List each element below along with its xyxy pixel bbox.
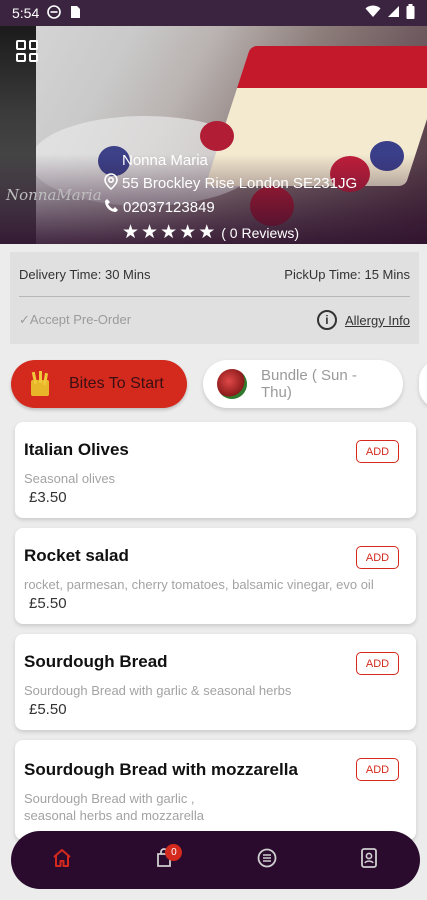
- signal-icon: [387, 5, 400, 21]
- menu-item-description: Seasonal olives: [24, 471, 116, 486]
- address-row: 55 Brockley Rise London SE231JG: [104, 173, 357, 194]
- add-button[interactable]: ADD: [356, 546, 399, 569]
- nav-orders[interactable]: [247, 840, 287, 880]
- pre-order-label: ✓Accept Pre-Order: [19, 312, 132, 327]
- status-bar: 5:54: [0, 0, 427, 26]
- sim-card-icon: [69, 5, 81, 22]
- rating-stars[interactable]: ★ ★ ★ ★ ★ ( 0 Reviews): [122, 221, 357, 244]
- fruit-bowl-icon: [217, 369, 247, 399]
- nav-profile[interactable]: [349, 840, 389, 880]
- delivery-info-panel: Delivery Time: 30 Mins PickUp Time: 15 M…: [10, 252, 419, 344]
- category-tab-bundle[interactable]: Bundle ( Sun - Thu): [203, 360, 403, 408]
- delivery-time: Delivery Time: 30 Mins: [19, 266, 151, 282]
- allergy-info-label: Allergy Info: [344, 312, 410, 328]
- dnd-icon: [47, 4, 62, 22]
- add-button[interactable]: ADD: [356, 440, 399, 463]
- info-icon: i: [316, 310, 337, 330]
- star-icon: ★: [141, 222, 159, 243]
- bottom-navigation: 0: [11, 831, 420, 889]
- nav-cart[interactable]: 0: [144, 840, 184, 880]
- restaurant-address: 55 Brockley Rise London SE231JG: [122, 175, 358, 192]
- menu-item-description: Sourdough Bread with garlic , seasonal h…: [24, 791, 204, 823]
- profile-card-icon: [360, 847, 378, 873]
- menu-item-card[interactable]: Rocket salad rocket, parmesan, cherry to…: [15, 528, 416, 624]
- menu-item-card[interactable]: Sourdough Bread with mozzarella Sourdoug…: [15, 740, 416, 840]
- status-time: 5:54: [12, 5, 40, 21]
- restaurant-name: Nonna Maria: [122, 152, 208, 169]
- times-row: Delivery Time: 30 Mins PickUp Time: 15 M…: [19, 252, 410, 296]
- star-icon: ★: [198, 222, 216, 243]
- menu-item-price: £5.50: [29, 701, 67, 718]
- menu-item-title: Rocket salad: [24, 546, 129, 565]
- nav-home[interactable]: [42, 840, 82, 880]
- menu-item-card[interactable]: Italian Olives Seasonal olives £3.50 ADD: [15, 422, 416, 518]
- cart-count-badge: 0: [165, 844, 183, 861]
- category-label: Bites To Start: [69, 375, 164, 392]
- menu-item-title: Italian Olives: [24, 440, 129, 459]
- category-grid-icon[interactable]: [16, 40, 38, 62]
- menu-item-description: rocket, parmesan, cherry tomatoes, balsa…: [24, 577, 374, 592]
- allergy-info-link[interactable]: i Allergy Info: [316, 310, 410, 330]
- restaurant-hero-image: NonnaMaria Nonna Maria 55 Brockley Rise …: [0, 26, 427, 244]
- star-icon: ★: [122, 222, 140, 243]
- menu-list-icon: [257, 848, 277, 873]
- wifi-icon: [365, 5, 381, 21]
- restaurant-phone: 02037123849: [123, 199, 215, 216]
- menu-list: Italian Olives Seasonal olives £3.50 ADD…: [15, 422, 416, 850]
- battery-icon: [406, 4, 415, 22]
- category-tabs: Bites To Start Bundle ( Sun - Thu): [11, 360, 427, 410]
- menu-item-title: Sourdough Bread with mozzarella: [24, 760, 298, 779]
- menu-item-price: £3.50: [29, 489, 67, 506]
- restaurant-info: Nonna Maria 55 Brockley Rise London SE23…: [104, 152, 357, 244]
- menu-item-card[interactable]: Sourdough Bread Sourdough Bread with gar…: [15, 634, 416, 730]
- category-tab-bites-to-start[interactable]: Bites To Start: [11, 360, 187, 408]
- pickup-time: PickUp Time: 15 Mins: [284, 266, 410, 282]
- star-icon: ★: [160, 222, 178, 243]
- preorder-row: ✓Accept Pre-Order i Allergy Info: [19, 297, 410, 343]
- star-icon: ★: [179, 222, 197, 243]
- app-screen: 5:54 NonnaMaria Nonna Maria 55 Brockley …: [0, 0, 427, 900]
- restaurant-logo-text: NonnaMaria: [6, 186, 102, 204]
- menu-item-title: Sourdough Bread: [24, 652, 168, 671]
- location-pin-icon: [104, 173, 118, 194]
- category-tab-next[interactable]: [419, 360, 427, 408]
- phone-row[interactable]: 02037123849: [104, 198, 357, 217]
- menu-item-price: £5.50: [29, 595, 67, 612]
- breadsticks-icon: [25, 369, 55, 399]
- phone-icon: [104, 198, 119, 217]
- category-label: Bundle ( Sun - Thu): [261, 367, 357, 401]
- menu-item-description: Sourdough Bread with garlic & seasonal h…: [24, 683, 292, 698]
- home-icon: [52, 848, 72, 872]
- add-button[interactable]: ADD: [356, 758, 399, 781]
- reviews-count: ( 0 Reviews): [221, 224, 300, 241]
- berry-shape: [200, 121, 234, 151]
- add-button[interactable]: ADD: [356, 652, 399, 675]
